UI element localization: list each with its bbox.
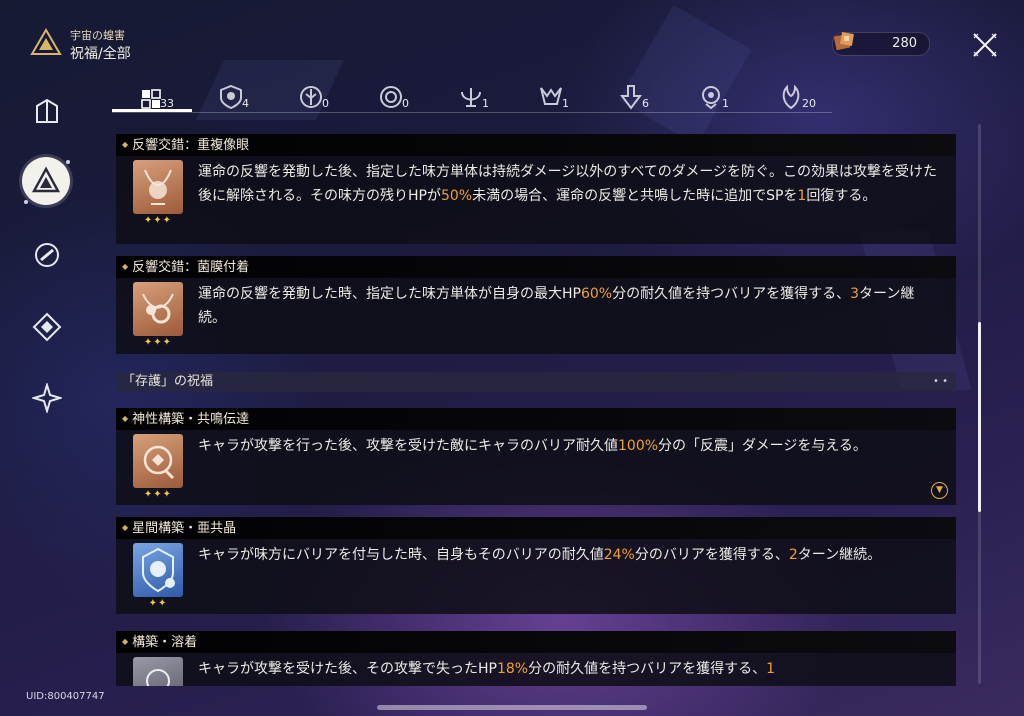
preservation-blessing-icon xyxy=(133,543,183,597)
blessing-title: 構築・溶着 xyxy=(132,635,198,650)
star-icon xyxy=(32,383,62,413)
blessing-description: キャラが攻撃を行った後、攻撃を受けた敵にキャラのバリア耐久値100%分の「反震」… xyxy=(198,438,867,454)
nav-indicator-dot xyxy=(66,160,70,164)
section-dots: • • xyxy=(933,376,948,387)
blessing-title: 反響交錯：重複像眼 xyxy=(132,138,250,153)
tab-count: 1 xyxy=(482,97,489,110)
currency-counter: 280 xyxy=(832,32,930,56)
page-title: 祝福/全部 xyxy=(70,46,131,62)
rarity-stars: ✦✦✦ xyxy=(143,489,173,500)
active-tab-indicator xyxy=(112,109,192,112)
blessing-card-header: ◆ 反響交錯：菌膜付着 xyxy=(116,256,956,278)
section-header: 「存護」の祝福 • • xyxy=(116,372,956,392)
elation-icon xyxy=(702,86,720,110)
tab-count: 1 xyxy=(722,97,729,110)
abundance-icon xyxy=(461,88,481,107)
blessing-description: キャラが攻撃を受けた後、その攻撃で失ったHP18%分の耐久値を持つバリアを獲得す… xyxy=(198,661,776,677)
tab-nihility[interactable]: 0 xyxy=(378,84,409,110)
blessing-title: 星間構築・亜共晶 xyxy=(132,521,237,536)
resonance-blessing-icon xyxy=(133,160,183,214)
tab-count: 0 xyxy=(322,97,329,110)
blessing-card[interactable]: ◆ 構築・溶着 キャラが攻撃を受けた後、その攻撃で失ったHP18%分の耐久値を持つ… xyxy=(116,631,956,686)
diamond-icon: ◆ xyxy=(122,523,129,532)
rarity-stars: ✦✦✦ xyxy=(143,337,173,348)
player-uid: UID:800407747 xyxy=(26,691,105,702)
blessing-title: 反響交錯：菌膜付着 xyxy=(132,260,250,275)
preservation-icon xyxy=(220,84,242,110)
nav-star[interactable] xyxy=(26,377,68,419)
blessing-card[interactable]: ◆ 神性構築・共鳴伝達 ✦✦✦ キャラが攻撃を行った後、攻撃を受けた敵にキャラのバ… xyxy=(116,408,956,505)
preservation-blessing-icon xyxy=(133,657,183,686)
tab-destruction[interactable]: 6 xyxy=(618,84,649,110)
tab-count: 20 xyxy=(802,97,816,110)
world-subtitle: 宇宙の蝗害 xyxy=(70,29,125,42)
rarity-stars: ✦✦✦ xyxy=(143,215,173,226)
tab-elation[interactable]: 1 xyxy=(698,84,729,110)
tab-count: 6 xyxy=(642,97,649,110)
blessing-card[interactable]: ◆ 反響交錯：菌膜付着 ✦✦✦ 運命の反響を発動した時、指定した味方単体が自身の最… xyxy=(116,256,956,354)
tab-count: 0 xyxy=(402,97,409,110)
diamond-icon: ◆ xyxy=(122,414,129,423)
nav-blessings[interactable] xyxy=(22,157,70,205)
tab-abundance[interactable]: 1 xyxy=(458,84,489,110)
hunt-icon xyxy=(540,87,562,105)
tab-all[interactable]: 33 xyxy=(140,84,174,110)
blessing-card-header: ◆ 反響交錯：重複像眼 xyxy=(116,134,956,156)
tab-preservation[interactable]: 4 xyxy=(218,84,249,110)
game-logo-icon xyxy=(30,28,62,56)
blessing-card-header: ◆ 星間構築・亜共晶 xyxy=(116,517,956,539)
tab-remembrance[interactable]: 0 xyxy=(298,84,329,110)
blessing-card-header: ◆ 神性構築・共鳴伝達 xyxy=(116,408,956,430)
tab-count: 4 xyxy=(242,97,249,110)
expand-chevron-icon[interactable]: ▼ xyxy=(931,482,948,499)
close-icon xyxy=(973,33,997,57)
home-indicator[interactable] xyxy=(377,705,647,710)
remembrance-icon xyxy=(300,86,322,108)
close-button[interactable] xyxy=(970,30,1000,60)
tab-propagation[interactable]: 20 xyxy=(778,84,816,110)
blessing-title: 神性構築・共鳴伝達 xyxy=(132,412,250,427)
scrollbar-thumb[interactable] xyxy=(978,322,981,512)
nav-curios[interactable] xyxy=(26,90,68,132)
diamond-icon: ◆ xyxy=(122,637,129,646)
rarity-stars: ✦✦ xyxy=(148,598,168,609)
blessing-list[interactable]: ◆ 反響交錯：重複像眼 ✦✦✦ 運命の反響を発動した後、指定した味方単体は持続ダメ… xyxy=(116,134,956,686)
nav-equation[interactable] xyxy=(26,306,68,348)
blessing-description: 運命の反響を発動した時、指定した味方単体が自身の最大HP60%分の耐久値を持つバ… xyxy=(198,286,915,326)
tab-count: 1 xyxy=(562,97,569,110)
nav-indicator-dot xyxy=(24,200,28,204)
section-title: 「存護」の祝福 xyxy=(122,374,214,389)
path-filter-tabs: 33 4 0 0 1 1 6 1 20 xyxy=(112,80,832,113)
blessing-card[interactable]: ◆ 星間構築・亜共晶 ✦✦ キャラが味方にバリアを付与した時、自身もそのバリアの耐… xyxy=(116,517,956,614)
destruction-icon xyxy=(620,85,642,110)
blessing-description: キャラが味方にバリアを付与した時、自身もそのバリアの耐久値24%分のバリアを獲得… xyxy=(198,547,882,563)
equation-icon xyxy=(32,312,62,342)
diamond-icon: ◆ xyxy=(122,262,129,271)
nihility-icon xyxy=(380,86,402,108)
cosmic-fragment-icon xyxy=(831,29,857,55)
curio-icon xyxy=(36,98,58,123)
currency-value: 280 xyxy=(892,36,917,51)
tab-the-hunt[interactable]: 1 xyxy=(538,84,569,110)
diamond-icon: ◆ xyxy=(122,140,129,149)
blessing-card-header: ◆ 構築・溶着 xyxy=(116,631,956,653)
grid-icon xyxy=(141,89,161,109)
resonance-blessing-icon xyxy=(133,282,183,336)
fusion-icon xyxy=(35,243,59,267)
blessing-description: 運命の反響を発動した後、指定した味方単体は持続ダメージ以外のすべてのダメージを防… xyxy=(198,164,938,204)
blessing-nav-icon xyxy=(31,166,61,193)
propagation-icon xyxy=(782,84,800,110)
background-shard xyxy=(618,4,752,146)
nav-fusion[interactable] xyxy=(26,234,68,276)
preservation-blessing-icon xyxy=(133,434,183,488)
blessing-card[interactable]: ◆ 反響交錯：重複像眼 ✦✦✦ 運命の反響を発動した後、指定した味方単体は持続ダメ… xyxy=(116,134,956,244)
